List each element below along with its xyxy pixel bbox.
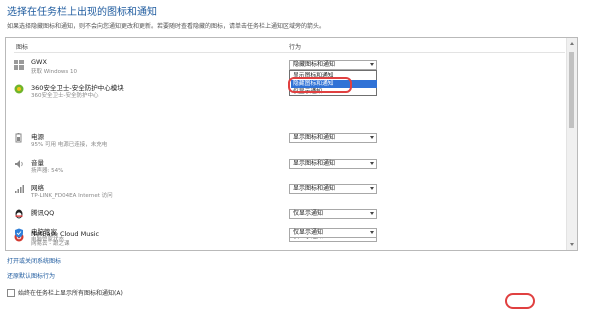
chevron-down-icon [370, 162, 374, 165]
table-row-360: 360安全卫士-安全防护中心模块 360安全卫士-安全防护中心 [6, 80, 565, 104]
chevron-down-icon [370, 136, 374, 139]
behavior-select-power[interactable]: 显示图标和通知 [289, 133, 377, 143]
always-show-checkbox[interactable] [7, 289, 15, 297]
page-title: 选择在任务栏上出现的图标和通知 [7, 7, 157, 18]
windows-logo-icon [14, 60, 24, 70]
select-value: 仅显示通知 [293, 229, 324, 236]
power-icon [14, 133, 24, 143]
row-subtitle: TP-LINK_FD04EA Internet 访问 [31, 193, 113, 199]
behavior-select-gwx[interactable]: 隐藏图标和通知 [289, 60, 377, 70]
chevron-down-icon [370, 187, 374, 190]
scroll-down-icon[interactable] [570, 243, 574, 246]
volume-icon [14, 159, 24, 169]
select-value: 隐藏图标和通知 [293, 61, 336, 68]
table-row-pc-manager-offscreen [6, 250, 565, 251]
table-row-pc-manager: 电脑管家 电脑管家状态 仅显示通知 [6, 223, 565, 247]
table-row-gwx: GWX 获取 Windows 10 隐藏图标和通知 [6, 56, 565, 80]
notification-icons-table: 图标 行为 GWX 获取 Windows 10 隐藏图标和通知 360安全卫士-… [5, 37, 578, 251]
row-subtitle: 电脑管家状态 [31, 237, 65, 243]
page-description: 如果选择隐藏图标和通知，则不会向您通知更改和更新。若要随时查看隐藏的图标，请单击… [7, 23, 326, 30]
table-scrollbar[interactable] [566, 38, 577, 250]
chevron-down-icon [370, 63, 374, 66]
annotation-highlight [288, 77, 352, 93]
annotation-mark [505, 293, 535, 309]
scroll-up-icon[interactable] [570, 42, 574, 45]
behavior-select-network[interactable]: 显示图标和通知 [289, 184, 377, 194]
360-shield-icon [14, 84, 24, 94]
select-value: 显示图标和通知 [293, 134, 336, 141]
chevron-down-icon [370, 231, 374, 234]
row-name: GWX [31, 58, 47, 66]
restore-defaults-link[interactable]: 还原默认图标行为 [7, 271, 55, 280]
pc-manager-icon [14, 228, 24, 238]
system-icons-link[interactable]: 打开或关闭系统图标 [7, 256, 61, 265]
network-icon [14, 184, 24, 194]
table-row-netease [6, 200, 565, 224]
select-value: 显示图标和通知 [293, 160, 336, 167]
behavior-select-volume[interactable]: 显示图标和通知 [289, 159, 377, 169]
row-subtitle: 扬声器: 54% [31, 168, 64, 174]
row-subtitle: 95% 可用 电源已连接，未充电 [31, 142, 108, 148]
behavior-select-pc-manager[interactable]: 仅显示通知 [289, 228, 377, 238]
always-show-label[interactable]: 始终在任务栏上显示所有图标和通知(A) [18, 288, 123, 297]
table-row-power: 电源 95% 可用 电源已连接，未充电 显示图标和通知 [6, 129, 565, 153]
rows-container: GWX 获取 Windows 10 隐藏图标和通知 360安全卫士-安全防护中心… [6, 38, 565, 250]
table-row-volume: 音量 扬声器: 54% 显示图标和通知 [6, 155, 565, 179]
scroll-thumb[interactable] [569, 52, 574, 128]
select-value: 显示图标和通知 [293, 185, 336, 192]
row-subtitle: 获取 Windows 10 [31, 69, 78, 75]
row-subtitle: 360安全卫士-安全防护中心 [31, 93, 99, 99]
